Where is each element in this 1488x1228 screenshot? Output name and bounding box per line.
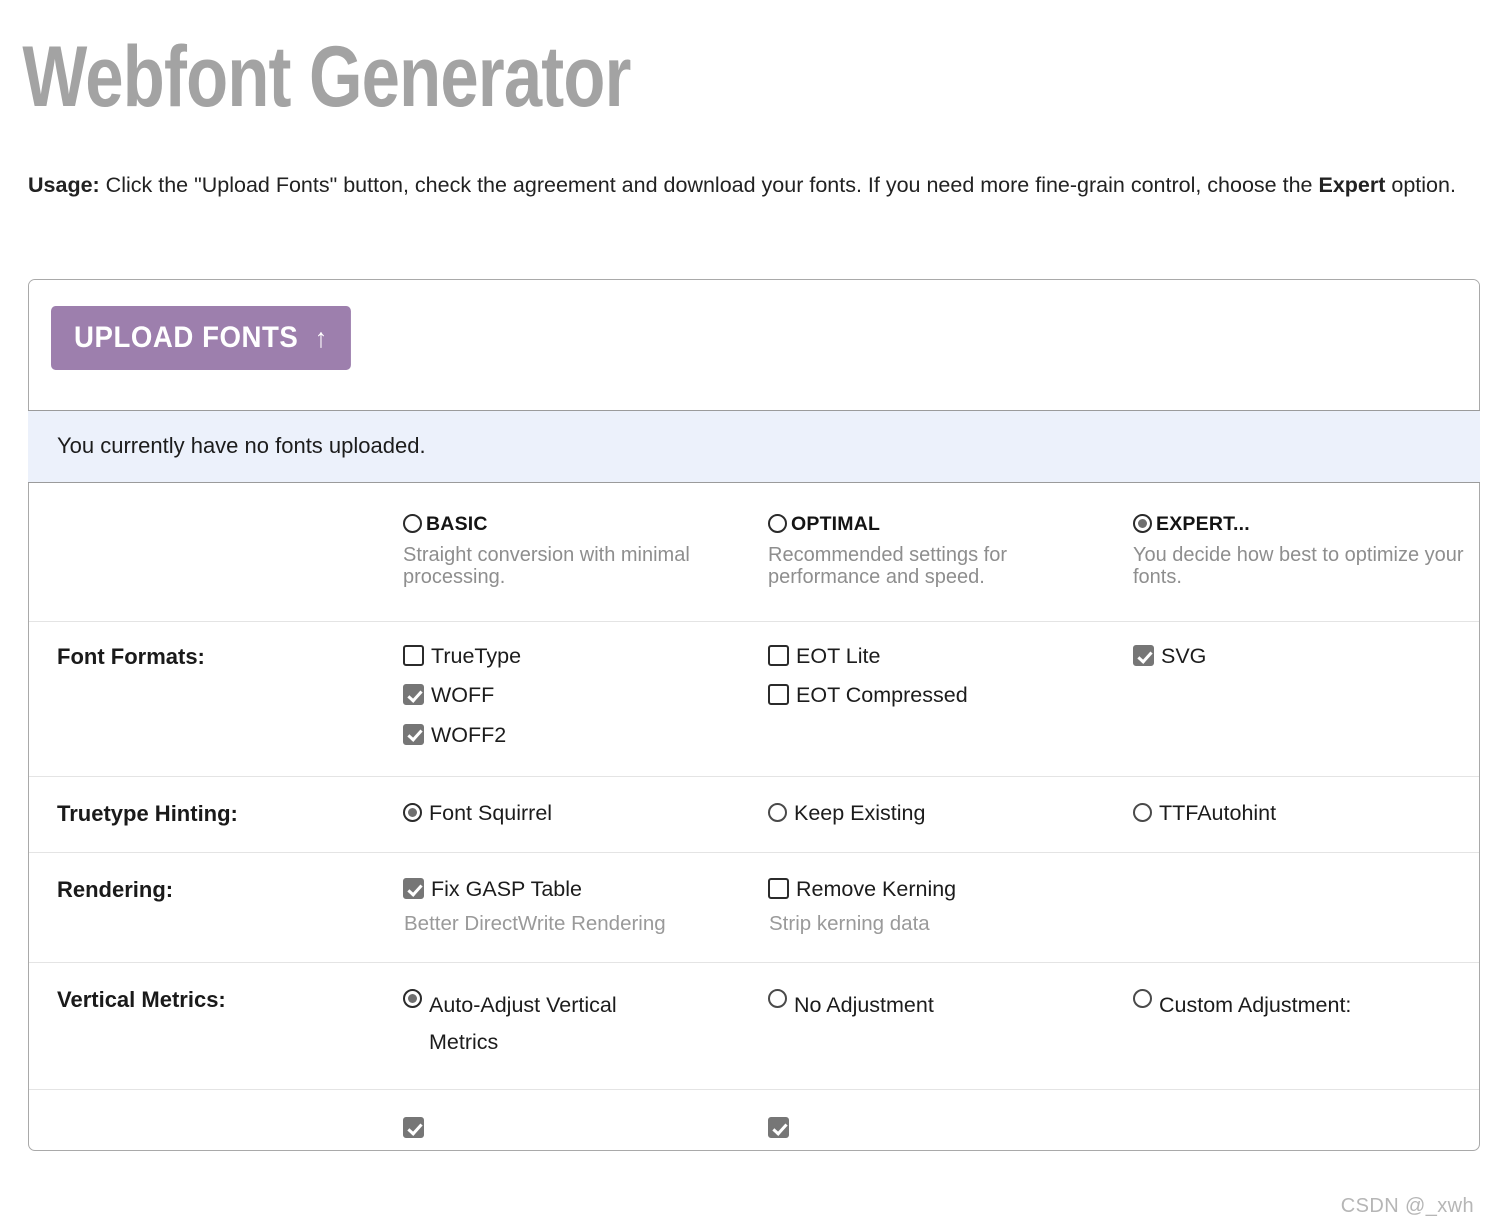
label-auto-adjust-vertical-metrics: Auto-Adjust Vertical Metrics (429, 993, 617, 1055)
rendering-row: Rendering: Fix GASP Table Better DirectW… (29, 853, 1479, 964)
mode-option-basic[interactable]: BASIC Straight conversion with minimal p… (403, 483, 768, 618)
vmetrics-option-no-adjustment[interactable]: No Adjustment (768, 963, 1133, 1089)
radio-keep-existing[interactable] (768, 803, 787, 823)
arrow-up-icon: ↑ (314, 322, 328, 353)
font-formats-col-3: SVG (1133, 622, 1479, 776)
option-woff[interactable]: WOFF (403, 683, 754, 708)
radio-basic[interactable] (403, 514, 422, 533)
rendering-label: Rendering: (57, 877, 174, 903)
clipped-col-3 (1133, 1090, 1479, 1138)
font-formats-label: Font Formats: (57, 644, 205, 669)
mode-basic-label: BASIC (426, 513, 488, 535)
radio-no-adjustment[interactable] (768, 989, 787, 1009)
label-svg: SVG (1161, 644, 1207, 668)
checkbox-truetype[interactable] (403, 645, 424, 666)
font-formats-col-2: EOT Lite EOT Compressed (768, 622, 1133, 776)
clipped-option-1[interactable] (403, 1090, 768, 1139)
rendering-col-3 (1133, 853, 1479, 962)
mode-basic-description: Straight conversion with minimal process… (403, 543, 690, 588)
mode-expert-description: You decide how best to optimize your fon… (1133, 543, 1464, 588)
watermark: CSDN @_xwh (1340, 1195, 1474, 1217)
radio-optimal[interactable] (768, 514, 787, 533)
font-formats-col-1: TrueType WOFF WOFF2 (403, 622, 768, 776)
page-title: Webfont Generator (22, 29, 631, 125)
checkbox-eot-compressed[interactable] (768, 684, 789, 706)
conversion-mode-row: BASIC Straight conversion with minimal p… (29, 483, 1479, 622)
usage-label: Usage: (28, 173, 100, 197)
mode-optimal-label: OPTIMAL (791, 513, 881, 535)
clipped-option-2[interactable] (768, 1090, 1133, 1139)
no-fonts-notice: You currently have no fonts uploaded. (28, 410, 1480, 483)
upload-dropzone[interactable]: UPLOAD FONTS ↑ (29, 280, 1479, 410)
label-eot-lite: EOT Lite (796, 644, 881, 668)
mode-option-optimal[interactable]: OPTIMAL Recommended settings for perform… (768, 483, 1133, 618)
truetype-hinting-label: Truetype Hinting: (57, 801, 238, 827)
usage-text: Usage: Click the "Upload Fonts" button, … (0, 120, 1488, 203)
hinting-option-keep-existing[interactable]: Keep Existing (768, 777, 1133, 852)
label-eot-compressed: EOT Compressed (796, 683, 968, 708)
label-truetype: TrueType (431, 644, 522, 668)
usage-body-1: Click the "Upload Fonts" button, check t… (99, 173, 1319, 197)
radio-font-squirrel[interactable] (403, 803, 422, 823)
clipped-row-label (29, 1090, 403, 1116)
usage-emphasis: Expert (1318, 173, 1386, 197)
checkbox-clipped-1[interactable] (403, 1117, 424, 1139)
generator-panel: UPLOAD FONTS ↑ You currently have no fon… (28, 279, 1480, 1152)
checkbox-remove-kerning[interactable] (768, 878, 789, 900)
clipped-bottom-row (29, 1090, 1479, 1150)
mode-expert-label: EXPERT... (1156, 513, 1250, 535)
label-font-squirrel: Font Squirrel (429, 801, 553, 826)
upload-fonts-button[interactable]: UPLOAD FONTS ↑ (51, 306, 351, 370)
mode-option-expert[interactable]: EXPERT... You decide how best to optimiz… (1133, 483, 1479, 618)
radio-expert[interactable] (1133, 514, 1152, 533)
option-eot-compressed[interactable]: EOT Compressed (768, 683, 1119, 708)
label-woff: WOFF (431, 683, 495, 708)
vmetrics-option-auto-adjust[interactable]: Auto-Adjust Vertical Metrics (403, 963, 768, 1089)
usage-body-2: option. (1385, 173, 1456, 197)
checkbox-woff2[interactable] (403, 723, 424, 745)
checkbox-woff[interactable] (403, 684, 424, 706)
checkbox-eot-lite[interactable] (768, 645, 789, 666)
rendering-option-remove-kerning[interactable]: Remove Kerning Strip kerning data (768, 853, 1133, 962)
mode-optimal-description: Recommended settings for performance and… (768, 543, 1008, 588)
checkbox-clipped-2[interactable] (768, 1117, 789, 1139)
option-svg[interactable]: SVG (1133, 644, 1465, 669)
option-truetype[interactable]: TrueType (403, 644, 754, 669)
radio-custom-adjustment[interactable] (1133, 989, 1152, 1009)
hinting-option-font-squirrel[interactable]: Font Squirrel (403, 777, 768, 852)
hinting-option-ttfautohint[interactable]: TTFAutohint (1133, 777, 1479, 852)
vmetrics-option-custom-adjustment[interactable]: Custom Adjustment: (1133, 963, 1479, 1089)
vertical-metrics-row: Vertical Metrics: Auto-Adjust Vertical M… (29, 963, 1479, 1091)
label-no-adjustment: No Adjustment (794, 993, 934, 1018)
label-keep-existing: Keep Existing (794, 801, 926, 826)
checkbox-svg[interactable] (1133, 645, 1154, 666)
note-remove-kerning: Strip kerning data (769, 911, 930, 935)
option-woff2[interactable]: WOFF2 (403, 723, 754, 748)
label-ttfautohint: TTFAutohint (1159, 801, 1277, 826)
label-woff2: WOFF2 (431, 722, 507, 747)
label-custom-adjustment: Custom Adjustment: (1159, 993, 1352, 1018)
truetype-hinting-row: Truetype Hinting: Font Squirrel Keep Exi… (29, 777, 1479, 854)
upload-fonts-button-label: UPLOAD FONTS (74, 321, 299, 354)
label-remove-kerning: Remove Kerning (796, 877, 957, 902)
radio-ttfautohint[interactable] (1133, 803, 1152, 823)
vertical-metrics-label: Vertical Metrics: (57, 987, 226, 1013)
rendering-option-fix-gasp[interactable]: Fix GASP Table Better DirectWrite Render… (403, 853, 768, 962)
note-fix-gasp-table: Better DirectWrite Rendering (404, 911, 666, 935)
radio-auto-adjust-vertical-metrics[interactable] (403, 989, 422, 1009)
label-fix-gasp-table: Fix GASP Table (431, 877, 582, 902)
option-eot-lite[interactable]: EOT Lite (768, 644, 1119, 669)
checkbox-fix-gasp-table[interactable] (403, 878, 424, 900)
font-formats-row: Font Formats: TrueType WOFF WOFF2 EOT Li… (29, 622, 1479, 778)
